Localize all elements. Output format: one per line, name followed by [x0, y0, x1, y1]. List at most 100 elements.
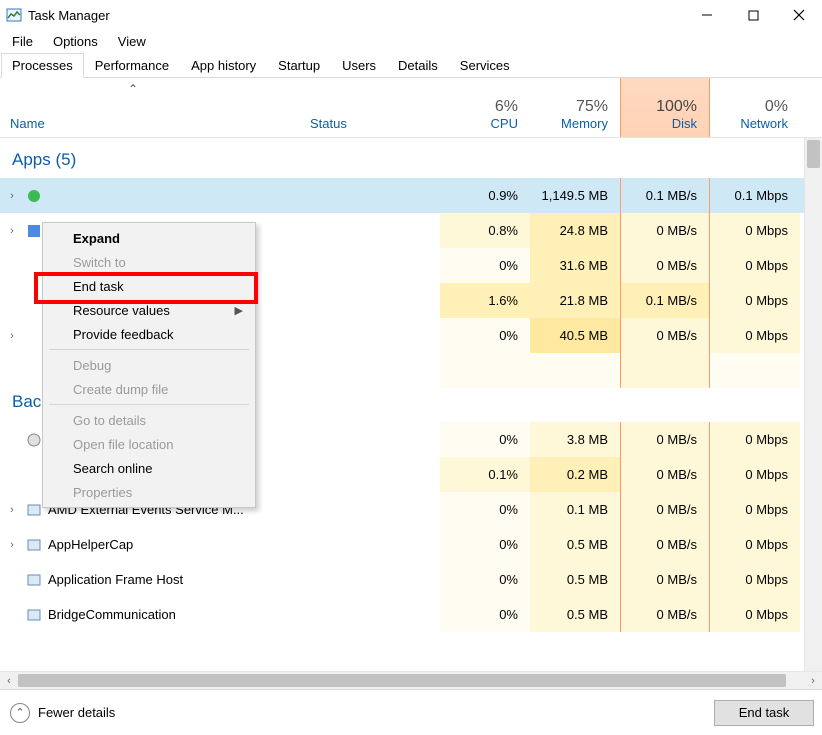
end-task-button[interactable]: End task: [714, 700, 814, 726]
group-background-label: Bac: [12, 392, 41, 412]
cell-name: ›: [0, 188, 310, 204]
cell-cpu: 0%: [440, 597, 530, 632]
chevron-right-icon[interactable]: ›: [4, 539, 20, 551]
cell-cpu: 0%: [440, 562, 530, 597]
fewer-details-label: Fewer details: [38, 705, 115, 720]
scrollbar-thumb[interactable]: [18, 674, 786, 687]
taskmgr-icon: [6, 7, 22, 23]
cell-network: 0 Mbps: [710, 527, 800, 562]
cell-memory: 0.1 MB: [530, 492, 620, 527]
menu-options[interactable]: Options: [45, 32, 106, 51]
col-cpu-pct: 6%: [440, 98, 518, 116]
cell-disk: 0 MB/s: [620, 527, 710, 562]
cell-network: 0 Mbps: [710, 422, 800, 457]
ctx-resource-values[interactable]: Resource values ▶: [45, 298, 253, 322]
cell-cpu: 0.1%: [440, 457, 530, 492]
cell-network: 0 Mbps: [710, 248, 800, 283]
chevron-right-icon: ▶: [235, 304, 243, 317]
tab-services[interactable]: Services: [449, 53, 521, 78]
cell-disk: 0 MB/s: [620, 457, 710, 492]
cell-memory: 0.2 MB: [530, 457, 620, 492]
chevron-right-icon[interactable]: ›: [4, 330, 20, 342]
process-name: Application Frame Host: [48, 572, 183, 587]
col-cpu[interactable]: 6% CPU: [440, 78, 530, 137]
service-icon: [26, 502, 42, 518]
cell-network: 0 Mbps: [710, 318, 800, 353]
col-memory-pct: 75%: [530, 98, 608, 116]
app-icon: [26, 432, 42, 448]
cell-disk: 0 MB/s: [620, 248, 710, 283]
tab-startup[interactable]: Startup: [267, 53, 331, 78]
col-disk[interactable]: 100% Disk: [620, 78, 710, 137]
cell-memory: 40.5 MB: [530, 318, 620, 353]
ctx-search-online[interactable]: Search online: [45, 456, 253, 480]
scrollbar-thumb[interactable]: [807, 140, 820, 168]
col-name[interactable]: ⌃ Name: [0, 78, 310, 137]
ctx-create-dump-file: Create dump file: [45, 377, 253, 401]
ctx-provide-feedback[interactable]: Provide feedback: [45, 322, 253, 346]
col-cpu-label: CPU: [440, 116, 518, 131]
fewer-details-button[interactable]: ⌃ Fewer details: [10, 703, 115, 723]
service-icon: [26, 537, 42, 553]
chevron-right-icon[interactable]: ›: [4, 225, 20, 237]
ctx-debug: Debug: [45, 353, 253, 377]
col-disk-pct: 100%: [621, 98, 697, 116]
process-row[interactable]: › 0.9% 1,149.5 MB 0.1 MB/s 0.1 Mbps: [0, 178, 804, 213]
vertical-scrollbar[interactable]: [804, 138, 822, 671]
tab-processes[interactable]: Processes: [1, 53, 84, 78]
col-network[interactable]: 0% Network: [710, 78, 800, 137]
cell-disk: 0.1 MB/s: [620, 283, 710, 318]
sort-indicator-icon: ⌃: [128, 82, 138, 96]
scroll-left-icon[interactable]: ‹: [0, 672, 18, 690]
cell-cpu: 0%: [440, 422, 530, 457]
ctx-end-task[interactable]: End task: [45, 274, 253, 298]
minimize-button[interactable]: [684, 0, 730, 30]
tab-details[interactable]: Details: [387, 53, 449, 78]
ctx-switch-to: Switch to: [45, 250, 253, 274]
tab-app-history[interactable]: App history: [180, 53, 267, 78]
tab-performance[interactable]: Performance: [84, 53, 180, 78]
process-row[interactable]: › AppHelperCap 0% 0.5 MB 0 MB/s 0 Mbps: [0, 527, 804, 562]
chevron-right-icon[interactable]: ›: [4, 190, 20, 202]
menu-view[interactable]: View: [110, 32, 154, 51]
ctx-go-to-details: Go to details: [45, 408, 253, 432]
cell-cpu: 1.6%: [440, 283, 530, 318]
col-memory[interactable]: 75% Memory: [530, 78, 620, 137]
cell-cpu: 0.8%: [440, 213, 530, 248]
process-row[interactable]: BridgeCommunication 0% 0.5 MB 0 MB/s 0 M…: [0, 597, 804, 632]
close-button[interactable]: [776, 0, 822, 30]
maximize-button[interactable]: [730, 0, 776, 30]
chevron-up-icon: ⌃: [10, 703, 30, 723]
cell-network: 0 Mbps: [710, 213, 800, 248]
cell-memory: 24.8 MB: [530, 213, 620, 248]
chevron-right-icon[interactable]: ›: [4, 504, 20, 516]
process-name: AppHelperCap: [48, 537, 133, 552]
cell-cpu: 0.9%: [440, 178, 530, 213]
cell-disk: 0 MB/s: [620, 597, 710, 632]
menu-file[interactable]: File: [4, 32, 41, 51]
process-name: BridgeCommunication: [48, 607, 176, 622]
ctx-expand[interactable]: Expand: [45, 226, 253, 250]
process-row[interactable]: Application Frame Host 0% 0.5 MB 0 MB/s …: [0, 562, 804, 597]
context-menu: Expand Switch to End task Resource value…: [42, 222, 256, 508]
cell-cpu: 0%: [440, 248, 530, 283]
cell-network: 0 Mbps: [710, 457, 800, 492]
group-apps[interactable]: Apps (5): [0, 138, 804, 178]
window-title: Task Manager: [28, 8, 110, 23]
cell-disk: 0 MB/s: [620, 562, 710, 597]
ctx-separator: [49, 404, 249, 405]
cell-cpu: 0%: [440, 318, 530, 353]
cell-network: 0.1 Mbps: [710, 178, 800, 213]
cell-disk: 0 MB/s: [620, 422, 710, 457]
col-status[interactable]: Status: [310, 78, 440, 137]
cell-disk: 0 MB/s: [620, 492, 710, 527]
scroll-right-icon[interactable]: ›: [804, 672, 822, 690]
horizontal-scrollbar[interactable]: ‹ ›: [0, 671, 822, 689]
cell-memory: 21.8 MB: [530, 283, 620, 318]
tab-users[interactable]: Users: [331, 53, 387, 78]
app-icon: [26, 188, 42, 204]
group-apps-label: Apps (5): [12, 150, 76, 170]
cell-memory: 0.5 MB: [530, 597, 620, 632]
col-memory-label: Memory: [530, 116, 608, 131]
col-name-label: Name: [10, 116, 310, 131]
